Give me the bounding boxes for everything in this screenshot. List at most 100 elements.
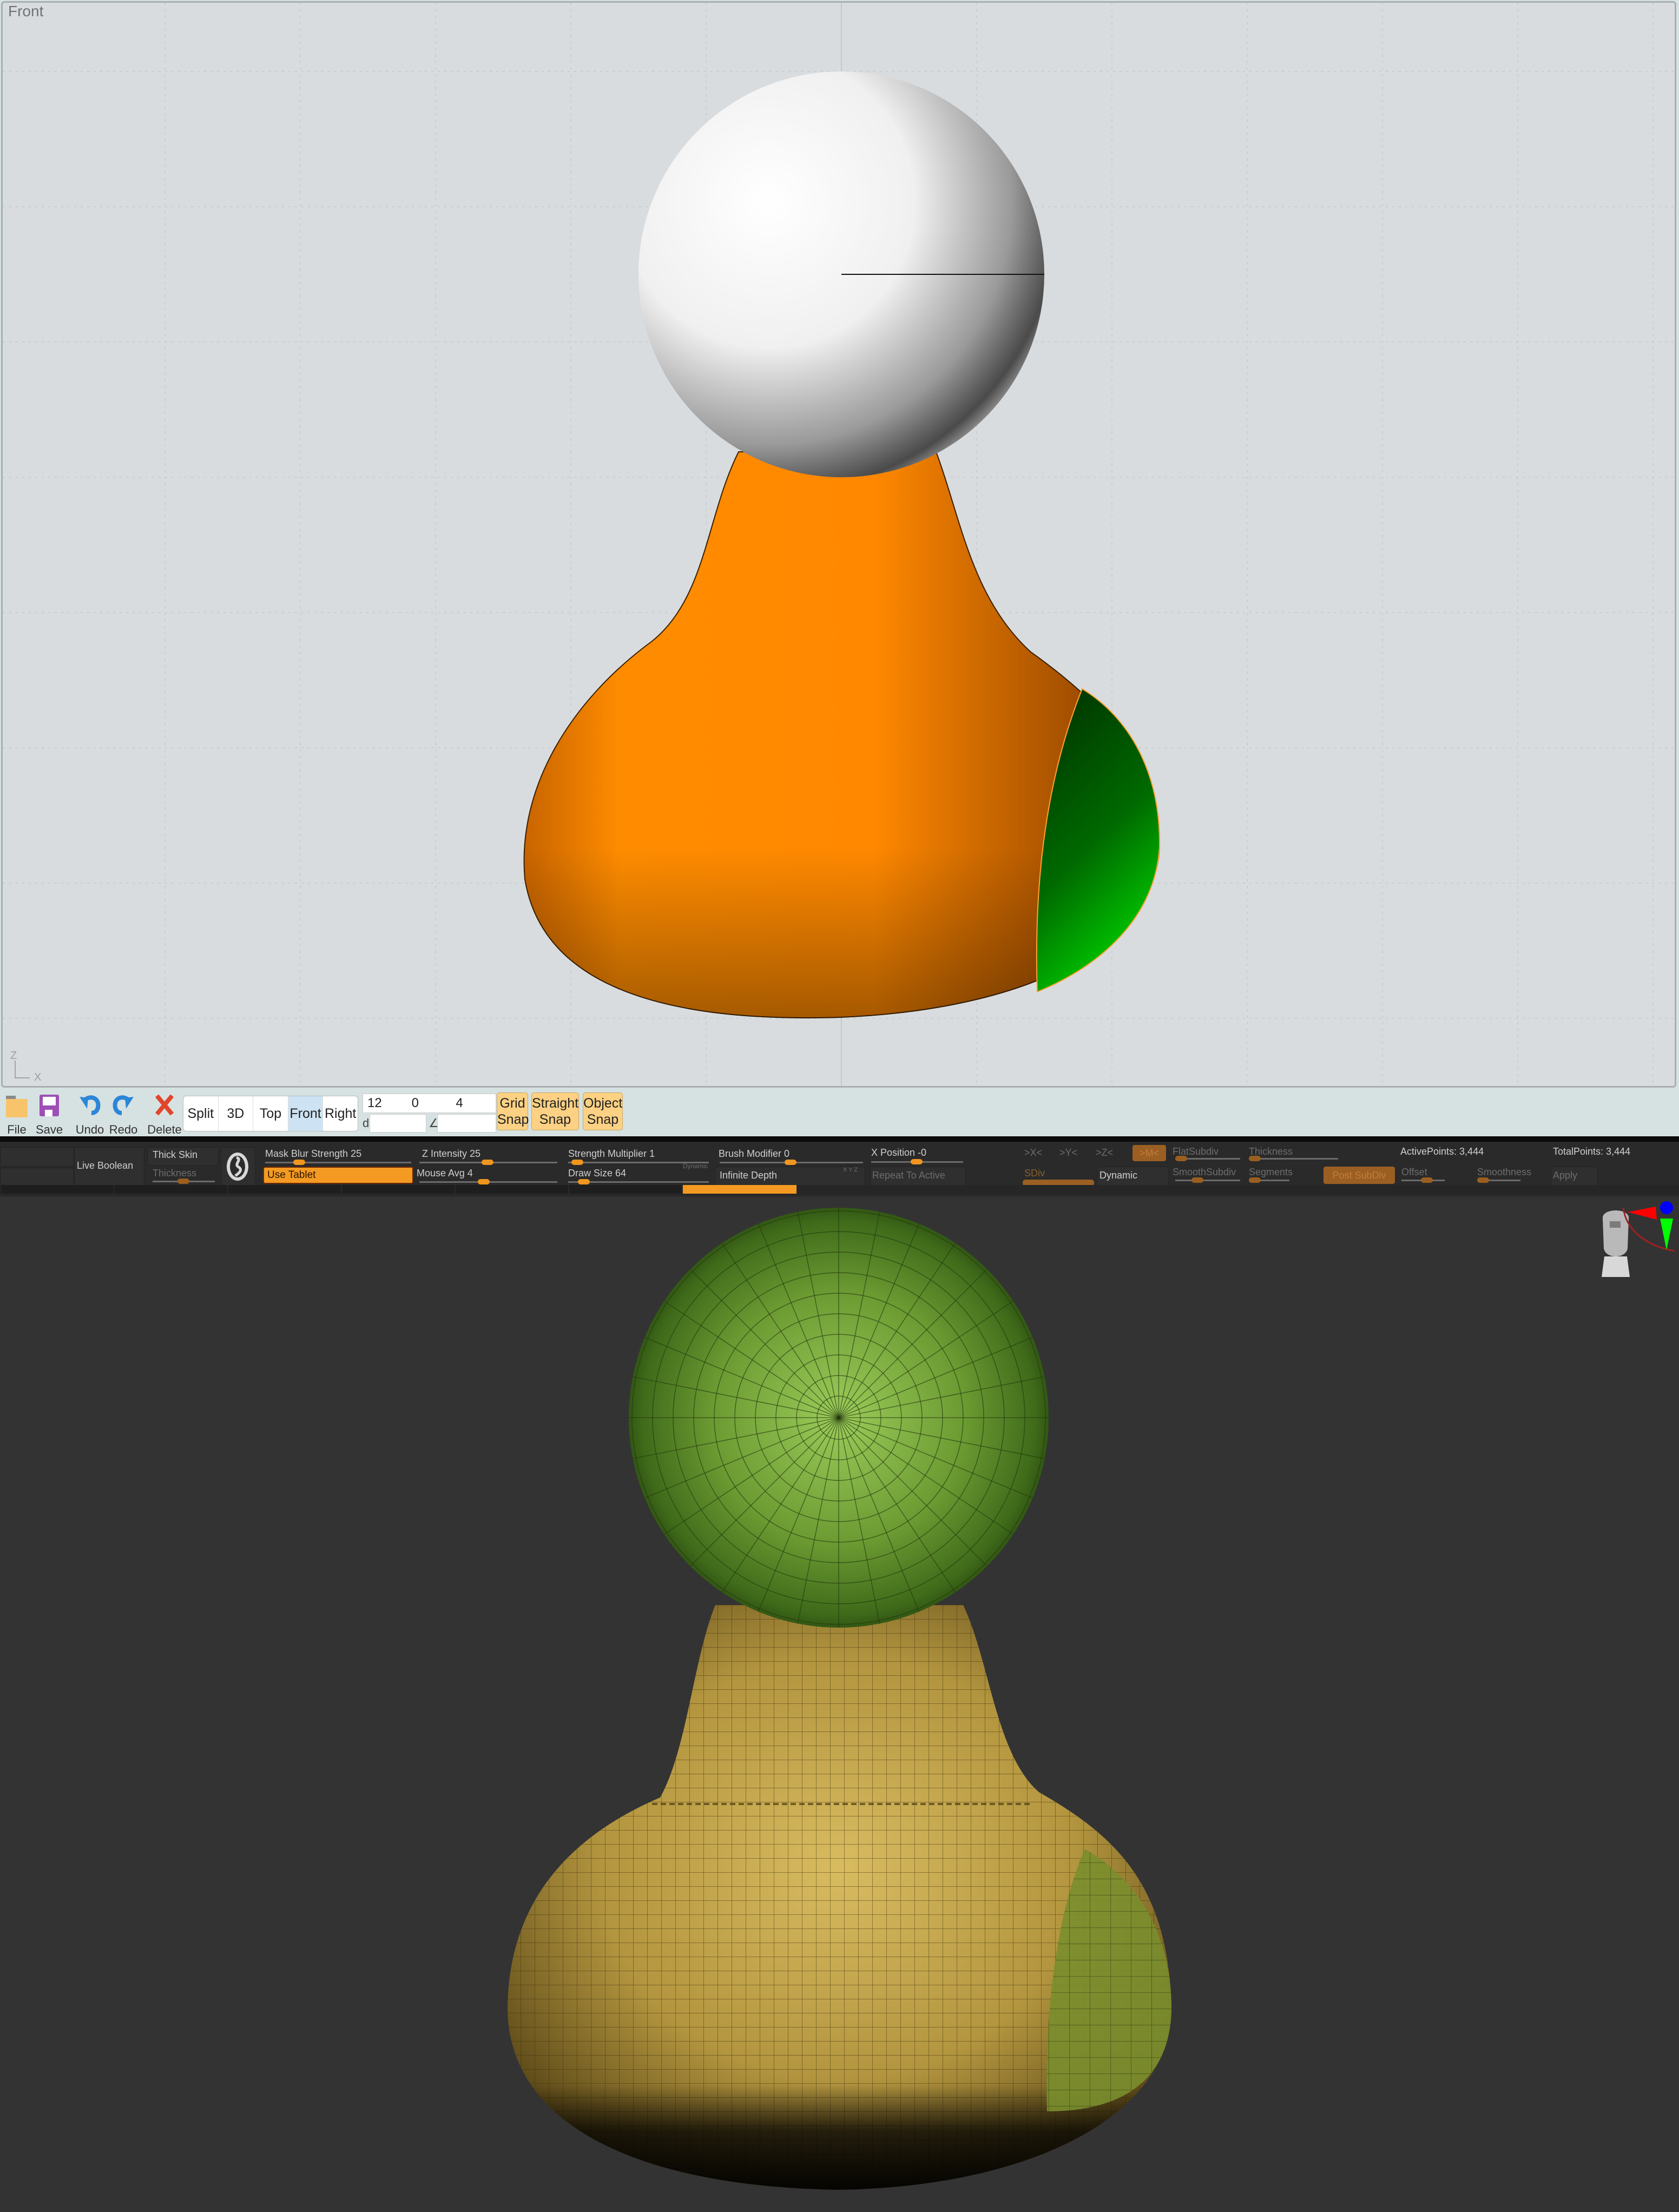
x-axis-red-icon [1628,1207,1657,1220]
symmetry-m-button[interactable]: >M< [1132,1145,1166,1161]
redo-label: Redo [109,1123,138,1136]
undo-button[interactable]: Undo [75,1092,105,1137]
front-viewport[interactable]: Front Z X [1,1,1676,1088]
grid-snap-line1: Grid [499,1096,525,1111]
draw-size-label: Draw Size 64 [568,1168,627,1179]
z-axis-blue-icon [1660,1201,1673,1214]
segments-slider[interactable] [1249,1177,1289,1183]
symmetry-y-button[interactable]: >Y< [1059,1147,1077,1158]
brush-modifier-slider[interactable] [720,1160,863,1165]
palette-tab[interactable] [569,1185,682,1194]
thickness-slider[interactable] [153,1179,215,1184]
coordinate-input[interactable]: 12 0 4 [363,1094,496,1113]
z-intensity-label: Z Intensity 25 [422,1148,481,1159]
file-label: File [7,1123,27,1136]
spotlight-icon [227,1153,248,1181]
file-button[interactable]: File [3,1092,30,1137]
floppy-disk-icon [39,1095,59,1116]
palette-tab[interactable] [342,1185,455,1194]
dynamic-subdiv-label: Dynamic [1099,1170,1138,1181]
straight-snap-button[interactable]: Straight Snap [531,1092,579,1130]
thick-skin-label: Thick Skin [153,1149,198,1160]
straight-snap-line1: Straight [532,1096,579,1111]
palette-tab[interactable] [115,1185,228,1194]
dynamic-tag[interactable]: Dynamic [683,1162,708,1170]
post-subdiv-button[interactable]: Post SubDiv [1324,1167,1395,1184]
flat-subdiv-slider[interactable] [1175,1156,1240,1161]
axis-indicator [15,1061,30,1078]
angle-input[interactable] [437,1114,496,1133]
palette-tab[interactable] [456,1185,569,1194]
view-3d-button[interactable]: 3D [219,1096,254,1131]
strength-multiplier-label: Strength Multiplier 1 [568,1148,655,1159]
z-intensity-slider[interactable] [419,1160,557,1165]
delete-button[interactable]: Delete [147,1092,182,1137]
grid-snap-button[interactable]: Grid Snap [497,1092,529,1130]
view-split-button[interactable]: Split [183,1096,219,1131]
zbrush-canvas[interactable] [0,1197,1679,2212]
palette-tab[interactable] [228,1185,341,1194]
undo-label: Undo [75,1123,104,1136]
view-top-button[interactable]: Top [253,1096,288,1131]
offset-slider[interactable] [1401,1177,1445,1183]
sdiv-label: SDiv [1024,1168,1045,1179]
view-right-button[interactable]: Right [323,1096,358,1131]
xyz-axis-tag: X Y Z [843,1167,858,1173]
distance-label: d [363,1116,370,1130]
red-x-icon [155,1094,174,1116]
x-position-label: X Position -0 [871,1147,927,1158]
redo-arrow-icon [113,1095,134,1115]
symmetry-x-button[interactable]: >X< [1024,1147,1042,1158]
use-tablet-button[interactable]: Use Tablet [263,1167,413,1184]
zbrush-viewport[interactable] [0,1197,1679,2212]
draw-size-slider[interactable] [568,1179,709,1184]
palette-tab-active[interactable] [683,1185,797,1194]
mask-blur-strength-slider[interactable] [265,1160,411,1165]
offset-label: Offset [1401,1167,1427,1177]
brush-modifier-label: Brush Modifier 0 [719,1148,790,1159]
mouse-avg-slider[interactable] [419,1179,557,1184]
head-gizmo-icon [1602,1210,1630,1277]
smoothness-label: Smoothness [1477,1167,1532,1177]
coord-z: 4 [456,1096,463,1110]
cad-app: Front Z X File Save Undo Redo Delete Spl… [0,0,1679,1136]
front-viewport-canvas[interactable] [3,3,1676,1088]
palette-tab[interactable] [1,1185,114,1194]
object-snap-line1: Object [583,1096,623,1111]
object-snap-line2: Snap [587,1112,619,1127]
distance-input[interactable] [370,1114,426,1133]
infinite-depth-label: Infinite Depth [720,1170,778,1181]
save-label: Save [36,1123,63,1136]
divider [0,1136,1679,1142]
y-axis-green-icon [1660,1219,1673,1250]
navigation-gizmo[interactable] [1602,1201,1675,1277]
coord-x: 12 [367,1096,382,1110]
live-boolean-label: Live Boolean [77,1160,134,1171]
save-button[interactable]: Save [36,1092,63,1137]
delete-label: Delete [147,1123,182,1136]
x-position-slider[interactable] [871,1159,963,1164]
sphere-wireframe [629,1208,1049,1628]
coord-y: 0 [411,1096,419,1110]
smooth-subdiv-slider[interactable] [1175,1177,1240,1183]
symmetry-z-button[interactable]: >Z< [1096,1147,1113,1158]
palette-strip [0,1185,1679,1195]
undo-arrow-icon [80,1095,101,1115]
viewport-label: Front [8,3,44,19]
view-mode-selector: Split 3D Top Front Right [183,1096,358,1131]
smooth-subdiv-label: SmoothSubdiv [1173,1167,1236,1177]
folder-icon [6,1096,28,1117]
axis-x-label: X [34,1071,42,1083]
spotlight-button[interactable] [221,1147,255,1187]
empty-slot-1[interactable] [0,1147,74,1167]
smoothness-slider[interactable] [1477,1177,1520,1183]
grid-snap-line2: Snap [497,1112,529,1127]
segments-label: Segments [1249,1167,1293,1177]
repeat-to-active-label: Repeat To Active [872,1170,945,1181]
thickness2-slider[interactable] [1249,1156,1338,1161]
view-front-button[interactable]: Front [288,1096,324,1131]
redo-button[interactable]: Redo [108,1092,139,1137]
total-points-readout: TotalPoints: 3,444 [1553,1146,1631,1157]
object-snap-button[interactable]: Object Snap [583,1092,623,1130]
empty-slot-2[interactable] [0,1168,74,1187]
